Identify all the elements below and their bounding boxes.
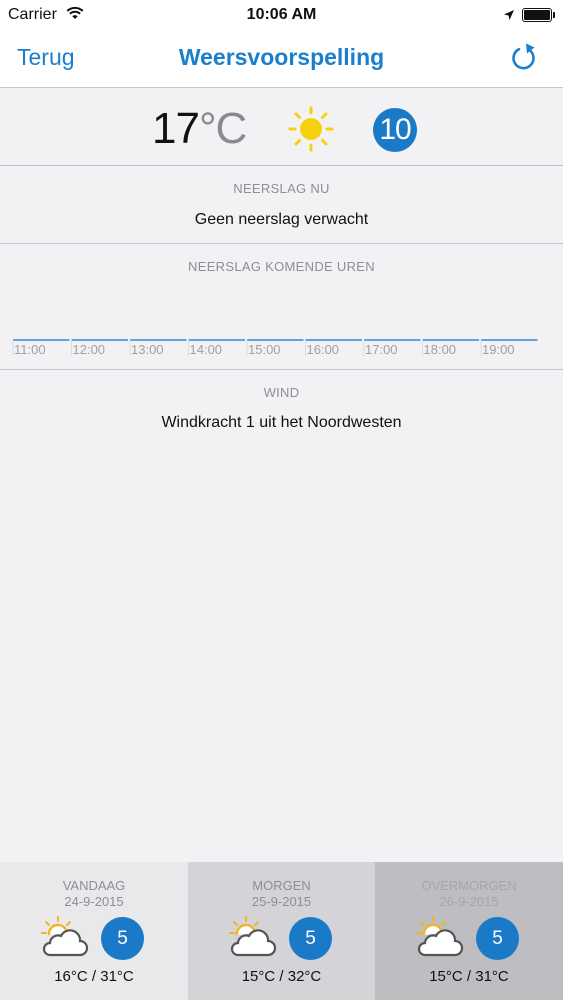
tab-tomorrow[interactable]: MORGEN 25-9-2015 5 15°C / 32°C [188, 862, 375, 1000]
forecast-temperature-range: 15°C / 32°C [241, 968, 322, 985]
hour-tick-label: 11:00 [14, 342, 46, 357]
sun-icon [287, 106, 335, 157]
uv-badge: 5 [101, 917, 144, 960]
uv-badge: 5 [289, 917, 332, 960]
forecast-date: 26-9-2015 [439, 894, 499, 909]
status-bar: Carrier 10:06 AM [0, 0, 563, 30]
temperature-unit: °C [198, 104, 247, 153]
hour-tick-label: 16:00 [307, 342, 340, 357]
partly-cloudy-icon [415, 915, 465, 964]
precipitation-now-text: Geen neerslag verwacht [194, 211, 369, 228]
wind-text: Windkracht 1 uit het Noordwesten [161, 414, 402, 431]
precipitation-now-label: NEERSLAG NU [233, 181, 330, 196]
tab-day-after-tomorrow[interactable]: OVERMORGEN 26-9-2015 5 15°C / 31°C [375, 862, 563, 1000]
location-arrow-icon [503, 8, 515, 26]
hour-tick-label: 14:00 [190, 342, 223, 357]
refresh-icon[interactable] [508, 40, 540, 74]
forecast-temperature-range: 15°C / 31°C [429, 968, 509, 985]
precipitation-chart: 11:00 12:00 13:00 14:00 15:00 16:00 17:00 18:00… [12, 339, 538, 357]
battery-tip [553, 12, 555, 18]
forecast-date: 24-9-2015 [64, 894, 124, 909]
divider [0, 369, 563, 370]
page-title: Weersvoorspelling [178, 44, 385, 70]
forecast-day: OVERMORGEN [421, 878, 517, 893]
hour-tick-label: 12:00 [73, 342, 106, 357]
divider [0, 243, 563, 244]
back-button[interactable]: Terug [17, 44, 75, 71]
forecast-day: VANDAAG [62, 878, 126, 893]
temperature-value: 17 [152, 104, 200, 153]
partly-cloudy-icon [228, 915, 278, 964]
forecast-date: 25-9-2015 [251, 894, 312, 909]
forecast-day: MORGEN [252, 878, 311, 893]
status-time: 10:06 AM [246, 6, 317, 23]
navigation-bar: Terug Weersvoorspelling [0, 30, 563, 88]
hour-tick-label: 18:00 [424, 342, 457, 357]
partly-cloudy-icon [40, 915, 90, 964]
current-weather: 17°C 10 [0, 88, 563, 166]
wind-label: WIND [263, 385, 300, 400]
uv-badge: 5 [476, 917, 519, 960]
precipitation-hours-label: NEERSLAG KOMENDE UREN [188, 259, 375, 274]
battery-icon [522, 8, 552, 22]
hour-tick-label: 17:00 [365, 342, 398, 357]
forecast-temperature-range: 16°C / 31°C [54, 968, 134, 985]
uv-index-badge: 10 [373, 108, 417, 152]
tab-today[interactable]: VANDAAG 24-9-2015 5 16°C / 31°C [0, 862, 188, 1000]
forecast-tabs: VANDAAG 24-9-2015 5 16°C / 31°C MORGEN 2… [0, 862, 563, 1000]
hour-tick-label: 15:00 [248, 342, 281, 357]
hour-tick-label: 13:00 [131, 342, 164, 357]
hour-tick-label: 19:00 [482, 342, 515, 357]
current-temperature: 17°C [152, 104, 247, 153]
